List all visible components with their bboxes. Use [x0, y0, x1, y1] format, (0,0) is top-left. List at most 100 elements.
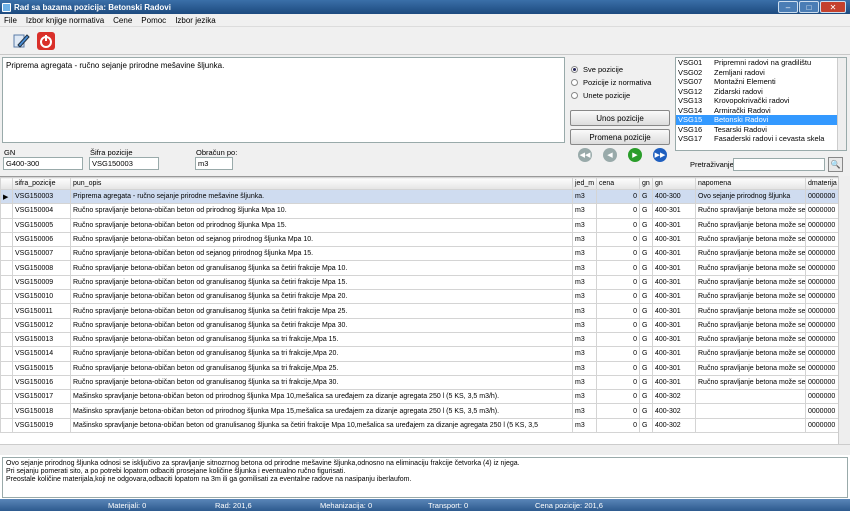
- radio-sve-pozicije[interactable]: Sve pozicije: [571, 65, 623, 74]
- table-cell[interactable]: G: [639, 360, 653, 376]
- last-record-icon[interactable]: ▶▶: [653, 148, 667, 162]
- note-box[interactable]: Ovo sejanje prirodnog šljunka odnosi se …: [2, 457, 848, 498]
- column-header[interactable]: gn: [652, 177, 696, 190]
- vertical-scrollbar[interactable]: [838, 176, 850, 444]
- table-cell[interactable]: 0: [596, 317, 640, 333]
- table-cell[interactable]: 0: [596, 374, 640, 391]
- table-row[interactable]: VSG150012 Ručno spravljanje betona-običan…: [0, 317, 839, 333]
- table-cell[interactable]: VSG150010: [12, 289, 71, 305]
- table-row[interactable]: ▶ VSG150003 Priprema agregata - ručno seja…: [0, 188, 839, 205]
- table-cell[interactable]: G: [639, 331, 653, 348]
- table-cell[interactable]: Ručno spravljanje betona-običan beton od…: [70, 303, 573, 319]
- table-cell[interactable]: Ručno spravljanje betona može se: [695, 374, 806, 391]
- table-cell[interactable]: m3: [572, 360, 597, 376]
- table-cell[interactable]: Mašinsko spravljanje betona-običan beton…: [70, 403, 573, 419]
- table-row[interactable]: VSG150004 Ručno spravljanje betona-običan…: [0, 203, 839, 219]
- table-cell[interactable]: 400-301: [652, 289, 696, 305]
- table-row[interactable]: VSG150006 Ručno spravljanje betona-običan…: [0, 231, 839, 248]
- table-cell[interactable]: m3: [572, 231, 597, 248]
- group-item[interactable]: VSG12 Zidarski radovi: [676, 87, 846, 97]
- table-cell[interactable]: G: [639, 289, 653, 305]
- sifra-field[interactable]: VSG150003: [89, 157, 159, 170]
- table-cell[interactable]: 400-301: [652, 246, 696, 262]
- table-cell[interactable]: 0: [596, 231, 640, 248]
- table-cell[interactable]: VSG150015: [12, 360, 71, 376]
- search-input[interactable]: [733, 158, 825, 171]
- table-cell[interactable]: 400-301: [652, 203, 696, 219]
- row-indicator[interactable]: [0, 317, 13, 333]
- table-cell[interactable]: 0: [596, 346, 640, 362]
- row-indicator[interactable]: [0, 331, 13, 348]
- table-cell[interactable]: 0: [596, 260, 640, 276]
- table-cell[interactable]: m3: [572, 389, 597, 405]
- table-cell[interactable]: G: [639, 303, 653, 319]
- unos-pozicije-button[interactable]: Unos pozicije: [570, 110, 670, 126]
- group-item[interactable]: VSG01 Pripremni radovi na gradilištu: [676, 58, 846, 68]
- table-cell[interactable]: VSG150012: [12, 317, 71, 333]
- table-cell[interactable]: 0000000: [805, 260, 839, 276]
- table-cell[interactable]: VSG150004: [12, 203, 71, 219]
- table-cell[interactable]: m3: [572, 374, 597, 391]
- table-cell[interactable]: 0000000: [805, 203, 839, 219]
- table-cell[interactable]: 0000000: [805, 389, 839, 405]
- table-cell[interactable]: 0000000: [805, 217, 839, 233]
- promena-pozicije-button[interactable]: Promena pozicije: [570, 129, 670, 145]
- table-cell[interactable]: Ručno spravljanje betona-običan beton od…: [70, 289, 573, 305]
- row-indicator[interactable]: [0, 417, 13, 434]
- table-cell[interactable]: m3: [572, 403, 597, 419]
- table-cell[interactable]: G: [639, 274, 653, 291]
- table-cell[interactable]: m3: [572, 417, 597, 434]
- table-cell[interactable]: Ručno spravljanje betona-običan beton od…: [70, 346, 573, 362]
- table-row[interactable]: VSG150017 Mašinsko spravljanje betona-obi…: [0, 389, 839, 405]
- table-cell[interactable]: VSG150019: [12, 417, 71, 434]
- row-indicator[interactable]: [0, 203, 13, 219]
- table-cell[interactable]: Ručno spravljanje betona-običan beton od…: [70, 374, 573, 391]
- table-cell[interactable]: VSG150016: [12, 374, 71, 391]
- table-cell[interactable]: 400-301: [652, 260, 696, 276]
- table-cell[interactable]: m3: [572, 346, 597, 362]
- table-cell[interactable]: Ručno spravljanje betona može se: [695, 360, 806, 376]
- table-cell[interactable]: Priprema agregata - ručno sejanje prirod…: [70, 188, 573, 205]
- table-row[interactable]: VSG150019 Mašinsko spravljanje betona-obi…: [0, 417, 839, 434]
- table-cell[interactable]: Ručno spravljanje betona-običan beton od…: [70, 274, 573, 291]
- previous-record-icon[interactable]: ◀: [603, 148, 617, 162]
- table-cell[interactable]: 0: [596, 203, 640, 219]
- table-cell[interactable]: Ručno spravljanje betona može se: [695, 303, 806, 319]
- table-cell[interactable]: Ručno spravljanje betona-običan beton od…: [70, 331, 573, 348]
- horizontal-scrollbar[interactable]: [0, 444, 850, 455]
- table-cell[interactable]: G: [639, 231, 653, 248]
- menu-izbor-jezika[interactable]: Izbor jezika: [175, 16, 215, 25]
- table-cell[interactable]: m3: [572, 246, 597, 262]
- table-row[interactable]: VSG150008 Ručno spravljanje betona-običan…: [0, 260, 839, 276]
- table-cell[interactable]: 0: [596, 289, 640, 305]
- row-indicator[interactable]: [0, 374, 13, 391]
- table-cell[interactable]: m3: [572, 331, 597, 348]
- table-cell[interactable]: G: [639, 389, 653, 405]
- row-indicator[interactable]: [0, 403, 13, 419]
- table-cell[interactable]: G: [639, 317, 653, 333]
- table-cell[interactable]: 0000000: [805, 303, 839, 319]
- table-cell[interactable]: G: [639, 374, 653, 391]
- next-record-icon[interactable]: ▶: [628, 148, 642, 162]
- table-cell[interactable]: 0: [596, 360, 640, 376]
- table-cell[interactable]: 400-300: [652, 188, 696, 205]
- table-cell[interactable]: G: [639, 188, 653, 205]
- row-indicator[interactable]: [0, 260, 13, 276]
- column-header[interactable]: cena: [596, 177, 640, 190]
- radio-unete-pozicije[interactable]: Unete pozicije: [571, 91, 630, 100]
- table-cell[interactable]: Ručno spravljanje betona može se: [695, 346, 806, 362]
- table-cell[interactable]: Ručno spravljanje betona-običan beton od…: [70, 217, 573, 233]
- table-cell[interactable]: Ručno spravljanje betona može se: [695, 203, 806, 219]
- table-row[interactable]: VSG150016 Ručno spravljanje betona-običan…: [0, 374, 839, 391]
- group-list-scrollbar[interactable]: [837, 58, 846, 150]
- table-cell[interactable]: 400-301: [652, 274, 696, 291]
- row-indicator[interactable]: [0, 246, 13, 262]
- table-cell[interactable]: G: [639, 403, 653, 419]
- table-cell[interactable]: Ručno spravljanje betona može se: [695, 317, 806, 333]
- table-cell[interactable]: VSG150008: [12, 260, 71, 276]
- table-row[interactable]: VSG150010 Ručno spravljanje betona-običan…: [0, 289, 839, 305]
- table-cell[interactable]: 400-301: [652, 303, 696, 319]
- table-cell[interactable]: Ručno spravljanje betona može se: [695, 260, 806, 276]
- group-item[interactable]: VSG13 Krovopokrivački radovi: [676, 96, 846, 106]
- table-cell[interactable]: 0: [596, 274, 640, 291]
